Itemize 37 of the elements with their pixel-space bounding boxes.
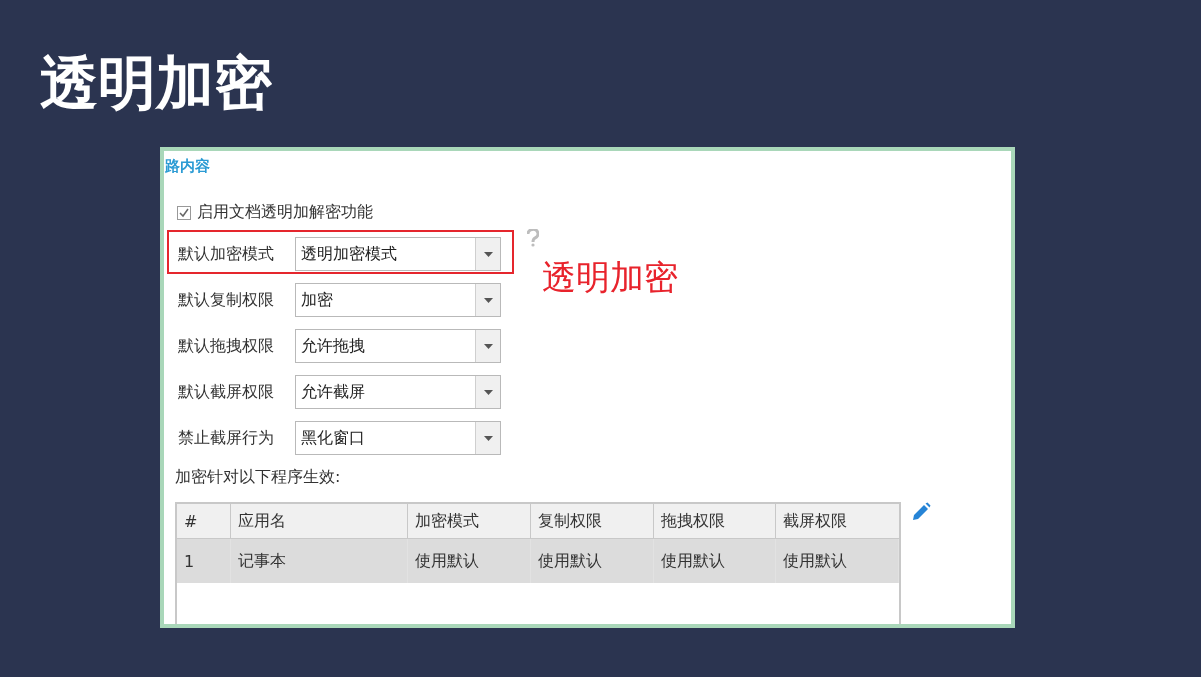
table-cell: 使用默认: [530, 538, 654, 583]
enable-checkbox[interactable]: 启用文档透明加解密功能: [177, 202, 1011, 223]
slide-title: 透明加密: [39, 48, 272, 119]
section-heading: 路内容: [165, 157, 210, 176]
setting-label: 默认加密模式: [177, 243, 275, 265]
caret-icon: [483, 343, 493, 349]
caret-icon: [483, 297, 493, 303]
checkbox[interactable]: [177, 205, 191, 220]
caret-icon: [483, 435, 493, 441]
dropdown[interactable]: 黑化窗口: [295, 421, 501, 455]
checkbox-label: 启用文档透明加解密功能: [197, 202, 373, 223]
table-cell: 使用默认: [775, 538, 899, 583]
column-header[interactable]: #: [177, 504, 231, 539]
column-header[interactable]: 截屏权限: [775, 504, 899, 539]
table-cell: 1: [177, 538, 231, 583]
caret-icon: [483, 389, 493, 395]
column-header[interactable]: 应用名: [230, 504, 408, 539]
pencil-icon[interactable]: [911, 502, 931, 522]
setting-label: 禁止截屏行为: [177, 427, 275, 449]
setting-label: 默认拖拽权限: [177, 335, 275, 357]
setting-label: 默认截屏权限: [177, 381, 275, 403]
dropdown[interactable]: 允许拖拽: [295, 329, 501, 363]
table-cell: 记事本: [230, 538, 408, 583]
dropdown[interactable]: 加密: [295, 283, 501, 317]
column-header[interactable]: 加密模式: [407, 504, 531, 539]
dropdown[interactable]: 透明加密模式: [295, 237, 501, 271]
table-cell: 使用默认: [653, 538, 776, 583]
column-header[interactable]: 拖拽权限: [653, 504, 776, 539]
table-cell: 使用默认: [407, 538, 531, 583]
table-caption: 加密针对以下程序生效:: [175, 467, 341, 488]
help-icon: [527, 229, 539, 247]
caret-icon: [483, 251, 493, 257]
setting-label: 默认复制权限: [177, 289, 275, 311]
annotation-text: 透明加密: [542, 256, 678, 299]
dropdown[interactable]: 允许截屏: [295, 375, 501, 409]
table-row[interactable]: 1 记事本 使用默认 使用默认 使用默认 使用默认: [177, 538, 899, 583]
column-header[interactable]: 复制权限: [530, 504, 654, 539]
